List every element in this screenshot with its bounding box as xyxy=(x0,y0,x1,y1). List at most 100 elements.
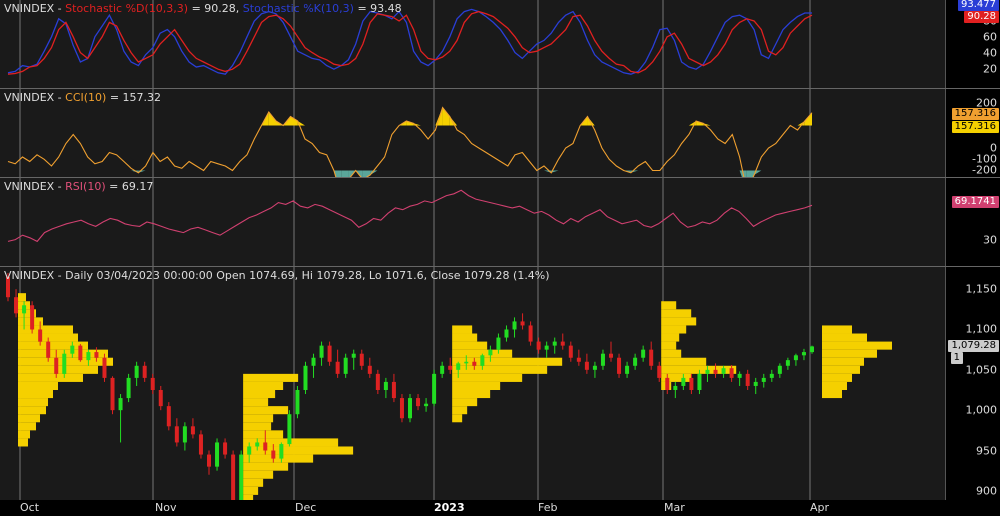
price-close-tag: 1,079.28 xyxy=(948,340,999,352)
volume-profile-bar xyxy=(661,349,682,358)
candle-body xyxy=(343,357,348,374)
cci-overbought-fill xyxy=(442,107,450,126)
cci-label: CCI(10) xyxy=(65,91,107,104)
candle-body xyxy=(287,414,292,445)
candle-body xyxy=(126,377,131,399)
candle-body xyxy=(769,373,774,378)
price-tick: 1,000 xyxy=(965,403,998,417)
cci-y-axis[interactable]: 200 100 0 -100 -200 157.316 157.316 xyxy=(945,89,1000,178)
candle-body xyxy=(279,444,284,459)
x-axis[interactable]: Oct Nov Dec 2023 Feb Mar Apr xyxy=(0,500,1000,516)
volume-profile-bar xyxy=(661,333,680,342)
volume-profile-bar xyxy=(18,406,46,415)
price-plot-area[interactable] xyxy=(0,267,945,501)
volume-profile-bar xyxy=(243,373,299,382)
candle-body xyxy=(721,368,726,374)
volume-profile-bar xyxy=(661,317,697,326)
candle-body xyxy=(592,365,597,370)
candle-body xyxy=(705,369,710,374)
candle-body xyxy=(231,454,236,501)
volume-profile-bar xyxy=(18,381,58,390)
candle-body xyxy=(391,381,396,399)
volume-profile-bar xyxy=(822,349,877,358)
rsi-value: = 69.17 xyxy=(109,180,154,193)
candle-body xyxy=(745,373,750,386)
stochastic-k-tag: 93.477 xyxy=(958,0,999,11)
candle-body xyxy=(319,345,324,358)
price-marker-tag: 1 xyxy=(950,352,963,364)
cci-value: = 157.32 xyxy=(109,91,162,104)
candle-body xyxy=(609,353,613,358)
candle-body xyxy=(448,365,453,370)
volume-profile-bar xyxy=(18,373,83,382)
volume-profile-bar xyxy=(452,398,478,407)
x-label: Mar xyxy=(664,501,685,514)
candle-body xyxy=(552,341,557,346)
volume-profile-bar xyxy=(243,430,284,439)
volume-profile-bar xyxy=(18,414,40,423)
candle-body xyxy=(78,345,83,361)
volume-profile-bar xyxy=(18,341,88,350)
candle-body xyxy=(182,426,187,443)
candle-body xyxy=(568,345,573,358)
rsi-y-axis[interactable]: 30 69.1741 xyxy=(945,178,1000,267)
x-label: 2023 xyxy=(434,501,465,514)
candle-body xyxy=(303,365,308,390)
candle-body xyxy=(625,365,630,374)
rsi-tag: 69.1741 xyxy=(951,196,999,208)
x-label: Dec xyxy=(295,501,317,514)
volume-profile-bar xyxy=(452,325,473,334)
stochastic-y-axis[interactable]: 80 60 40 20 93.477 90.28 xyxy=(945,0,1000,88)
candle-body xyxy=(464,361,469,364)
volume-profile-bar xyxy=(243,406,289,415)
candle-body xyxy=(496,337,501,350)
price-tick: 1,100 xyxy=(965,322,998,336)
candle-body xyxy=(30,305,35,330)
volume-profile-bar xyxy=(661,301,677,310)
candle-body xyxy=(600,353,605,366)
candle-body xyxy=(777,365,782,374)
candle-body xyxy=(801,352,806,356)
candle-body xyxy=(512,321,517,330)
candle-body xyxy=(617,357,622,374)
candle-body xyxy=(793,355,798,361)
volume-profile-bar xyxy=(661,341,677,350)
candle-body xyxy=(456,363,461,370)
candle-body xyxy=(520,321,525,326)
stochastic-k-value: = 93.48 xyxy=(357,2,402,15)
volume-profile-bar xyxy=(18,325,73,334)
cci-line xyxy=(7,106,813,178)
cci-title-prefix: VNINDEX - xyxy=(4,91,66,104)
volume-profile-bar xyxy=(243,446,354,455)
stochastic-tick: 60 xyxy=(983,30,997,44)
candle-body xyxy=(681,377,686,386)
candle-body xyxy=(158,390,163,407)
candle-body xyxy=(424,403,429,407)
x-label: Nov xyxy=(155,501,177,514)
candle-body xyxy=(198,434,203,455)
volume-profile-bar xyxy=(243,454,314,463)
volume-profile-bar xyxy=(822,381,847,390)
candle-body xyxy=(665,377,670,390)
candle-body xyxy=(367,365,372,374)
candle-body xyxy=(584,361,589,370)
candle-body xyxy=(480,355,485,366)
volume-profile-bar xyxy=(18,293,26,302)
candle-body xyxy=(375,373,380,390)
stochastic-tick: 40 xyxy=(983,46,997,60)
cci-tag-secondary: 157.316 xyxy=(951,121,999,133)
candle-body xyxy=(408,398,412,419)
candle-body xyxy=(351,353,356,358)
candle-body xyxy=(416,398,421,407)
cci-title: VNINDEX - CCI(10) = 157.32 xyxy=(4,91,161,104)
candle-body xyxy=(46,341,51,358)
volume-profile-bar xyxy=(661,309,692,318)
candle-body xyxy=(729,368,734,378)
volume-profile-bar xyxy=(243,414,274,423)
volume-profile-bar xyxy=(243,478,264,487)
volume-profile-bar xyxy=(243,398,269,407)
candle-body xyxy=(311,357,316,366)
candle-body xyxy=(440,365,445,374)
candle-body xyxy=(399,398,404,419)
price-y-axis[interactable]: 1,150 1,100 1,050 1,000 950 900 1,079.28… xyxy=(945,267,1000,501)
